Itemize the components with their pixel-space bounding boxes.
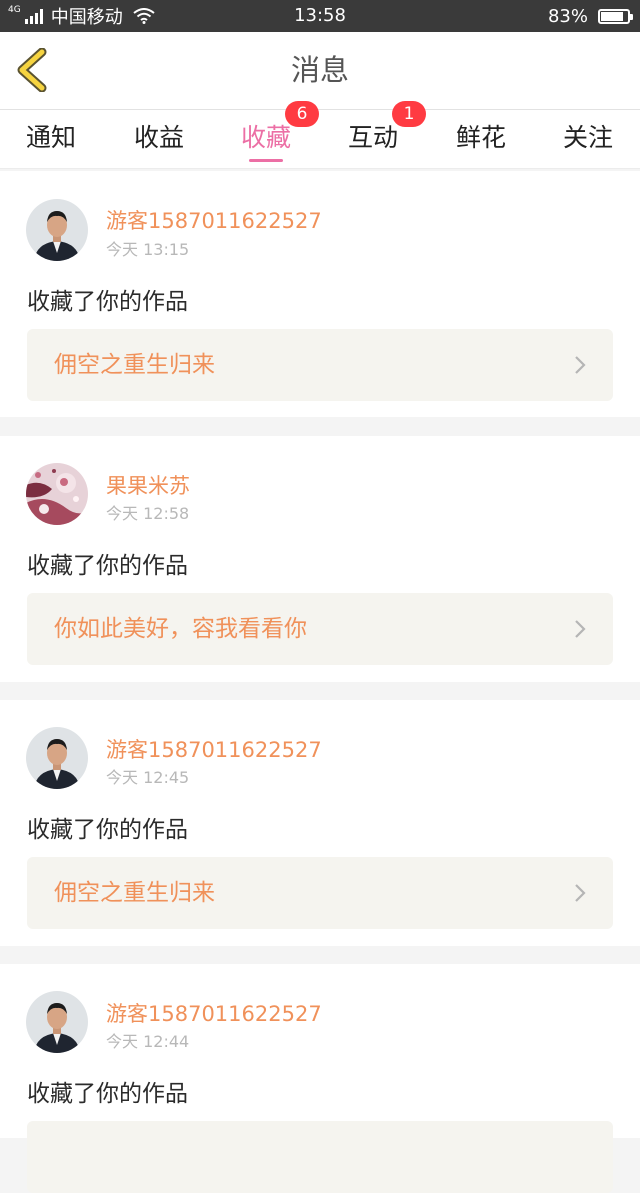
battery-icon — [598, 8, 633, 24]
work-title: 佣空之重生归来 — [54, 880, 215, 906]
work-link[interactable]: 佣空之重生归来 — [27, 329, 613, 401]
chevron-right-icon — [575, 620, 586, 638]
message-action: 收藏了你的作品 — [27, 1081, 188, 1107]
work-title: 佣空之重生归来 — [54, 352, 215, 378]
tab-notice[interactable]: 通知 — [0, 110, 106, 168]
message-card: 游客1587011622527 今天 13:15 收藏了你的作品 佣空之重生归来 — [0, 171, 640, 417]
avatar[interactable] — [26, 991, 88, 1053]
message-action: 收藏了你的作品 — [27, 817, 188, 843]
battery-fill — [601, 11, 623, 21]
tab-label: 关注 — [562, 123, 613, 152]
tab-follow[interactable]: 关注 — [533, 110, 640, 168]
tab-favorites[interactable]: 收藏 6 — [211, 101, 321, 168]
status-bar: 4G 中国移动 13:58 83% — [0, 0, 640, 32]
message-card: 游客1587011622527 今天 12:44 收藏了你的作品 — [0, 964, 640, 1193]
chevron-right-icon — [575, 884, 586, 902]
floral-photo-icon — [26, 463, 88, 525]
work-link[interactable]: 你如此美好，容我看看你 — [27, 593, 613, 665]
man-portrait-icon — [26, 727, 88, 789]
nav-bar: 消息 — [0, 32, 640, 110]
message-time: 今天 12:58 — [106, 504, 190, 523]
work-link[interactable]: 佣空之重生归来 — [27, 857, 613, 929]
tab-badge: 1 — [392, 101, 426, 127]
work-title: 你如此美好，容我看看你 — [54, 616, 307, 642]
man-portrait-icon — [26, 199, 88, 261]
message-card: 游客1587011622527 今天 12:45 收藏了你的作品 佣空之重生归来 — [0, 700, 640, 946]
tab-badge: 6 — [285, 101, 319, 127]
avatar[interactable] — [26, 199, 88, 261]
message-action: 收藏了你的作品 — [27, 289, 188, 315]
tab-bar: 通知 收益 收藏 6 互动 1 鲜花 关注 — [0, 101, 640, 169]
status-time: 13:58 — [294, 5, 346, 26]
tab-interaction[interactable]: 互动 1 — [318, 101, 428, 168]
username[interactable]: 游客1587011622527 — [106, 734, 322, 764]
work-link[interactable] — [27, 1121, 613, 1193]
avatar[interactable] — [26, 727, 88, 789]
message-time: 今天 12:45 — [106, 768, 190, 787]
username[interactable]: 游客1587011622527 — [106, 205, 322, 235]
tab-label: 鲜花 — [455, 123, 506, 152]
man-portrait-icon — [26, 991, 88, 1053]
username[interactable]: 游客1587011622527 — [106, 998, 322, 1028]
username[interactable]: 果果米苏 — [106, 470, 190, 500]
message-action: 收藏了你的作品 — [27, 553, 188, 579]
tab-label: 收益 — [133, 123, 184, 152]
message-time: 今天 12:44 — [106, 1032, 190, 1051]
message-card: 果果米苏 今天 12:58 收藏了你的作品 你如此美好，容我看看你 — [0, 436, 640, 682]
active-tab-indicator — [249, 159, 283, 162]
page-title: 消息 — [290, 53, 349, 87]
message-time: 今天 13:15 — [106, 240, 190, 259]
tab-flowers[interactable]: 鲜花 — [426, 110, 536, 168]
tab-label: 通知 — [25, 123, 76, 152]
avatar[interactable] — [26, 463, 88, 525]
chevron-right-icon — [575, 356, 586, 374]
battery-percent: 83% — [547, 5, 588, 27]
tab-earnings[interactable]: 收益 — [104, 110, 214, 168]
